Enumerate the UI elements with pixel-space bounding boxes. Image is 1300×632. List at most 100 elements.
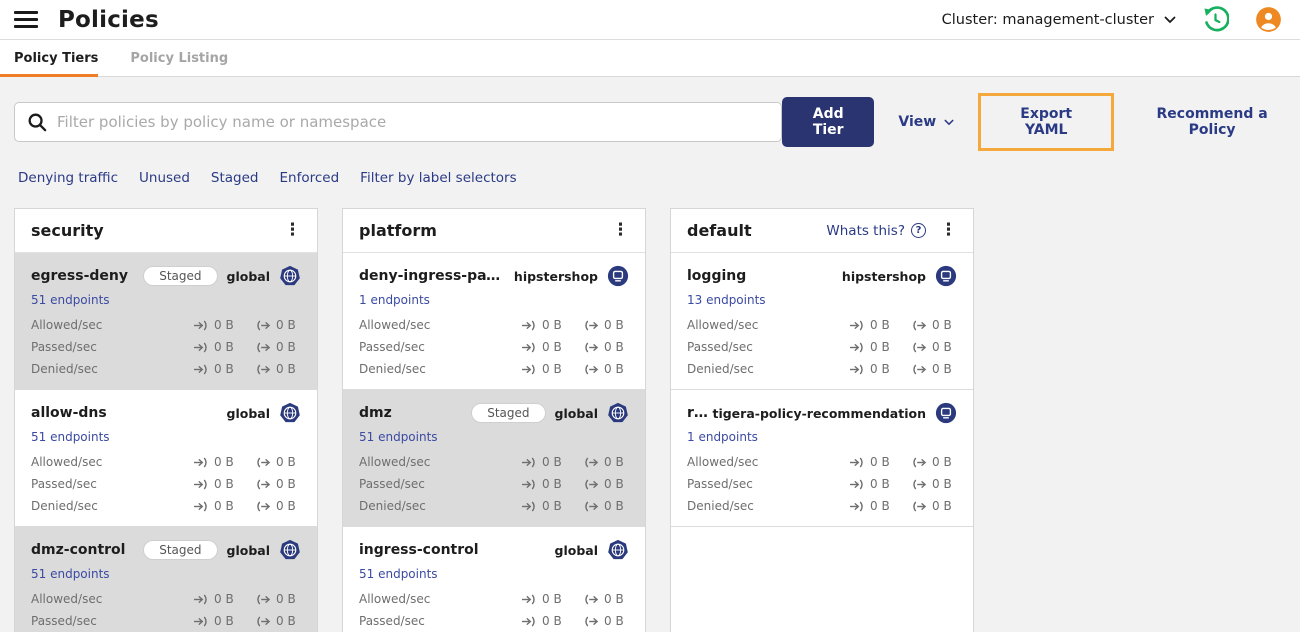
add-tier-button[interactable]: Add Tier bbox=[782, 97, 875, 147]
view-dropdown[interactable]: View bbox=[898, 114, 954, 130]
egress-value: 0 B bbox=[604, 477, 624, 491]
global-scope-icon bbox=[607, 539, 629, 561]
filter-denying-traffic[interactable]: Denying traffic bbox=[18, 170, 118, 186]
stat-label: Denied/sec bbox=[31, 362, 98, 376]
policy-name[interactable]: restricted bbox=[687, 405, 712, 421]
policy-name[interactable]: egress-deny bbox=[31, 268, 143, 284]
policy-name[interactable]: deny-ingress-paymentservi... bbox=[359, 268, 514, 284]
search-input[interactable] bbox=[57, 113, 770, 131]
filter-by-label-selectors[interactable]: Filter by label selectors bbox=[360, 170, 516, 186]
egress-value: 0 B bbox=[276, 477, 296, 491]
ingress-traffic-icon bbox=[194, 500, 207, 512]
ingress-value: 0 B bbox=[214, 318, 234, 332]
ingress-value: 0 B bbox=[214, 362, 234, 376]
stat-label: Denied/sec bbox=[31, 499, 98, 513]
export-yaml-highlight-box: Export YAML bbox=[978, 93, 1115, 151]
egress-value: 0 B bbox=[276, 592, 296, 606]
ingress-traffic-icon bbox=[850, 363, 863, 375]
tab-policy-listing[interactable]: Policy Listing bbox=[130, 51, 228, 66]
staged-badge: Staged bbox=[143, 540, 218, 560]
egress-value: 0 B bbox=[276, 614, 296, 628]
policy-scope-label: global bbox=[226, 405, 271, 421]
endpoints-link[interactable]: 51 endpoints bbox=[359, 567, 438, 581]
endpoints-link[interactable]: 1 endpoints bbox=[687, 430, 758, 444]
egress-traffic-icon bbox=[585, 319, 599, 331]
user-avatar[interactable] bbox=[1255, 6, 1282, 33]
policy-card[interactable]: ingress-control global 51 endpoints Allo… bbox=[343, 527, 645, 632]
egress-value: 0 B bbox=[604, 455, 624, 469]
ingress-traffic-icon bbox=[522, 363, 535, 375]
page-title: Policies bbox=[58, 6, 159, 33]
ingress-traffic-icon bbox=[522, 593, 535, 605]
filter-staged[interactable]: Staged bbox=[211, 170, 259, 186]
tier-menu-icon[interactable]: ⋮ bbox=[280, 220, 305, 241]
tab-policy-tiers[interactable]: Policy Tiers bbox=[14, 51, 98, 66]
ingress-traffic-icon bbox=[522, 341, 535, 353]
export-yaml-button[interactable]: Export YAML bbox=[1001, 106, 1091, 138]
stat-label: Denied/sec bbox=[687, 499, 754, 513]
stat-row: Allowed/sec 0 B 0 B bbox=[687, 314, 957, 336]
ingress-traffic-icon bbox=[522, 478, 535, 490]
policy-name[interactable]: logging bbox=[687, 268, 842, 284]
recommend-policy-button[interactable]: Recommend a Policy bbox=[1138, 106, 1286, 138]
ingress-traffic-icon bbox=[522, 500, 535, 512]
ingress-traffic-icon bbox=[850, 456, 863, 468]
endpoints-link[interactable]: 13 endpoints bbox=[687, 293, 766, 307]
egress-traffic-icon bbox=[257, 500, 271, 512]
policy-name[interactable]: allow-dns bbox=[31, 405, 227, 421]
history-restore-icon[interactable] bbox=[1202, 6, 1229, 33]
search-icon bbox=[28, 113, 47, 131]
stat-row: Passed/sec 0 B 0 B bbox=[359, 473, 629, 495]
egress-traffic-icon bbox=[913, 341, 927, 353]
policy-card[interactable]: logging hipstershop 13 endpoints Allowed… bbox=[671, 253, 973, 390]
filter-unused[interactable]: Unused bbox=[139, 170, 190, 186]
endpoints-link[interactable]: 1 endpoints bbox=[359, 293, 430, 307]
stat-label: Passed/sec bbox=[31, 614, 97, 628]
stat-row: Passed/sec 0 B 0 B bbox=[359, 336, 629, 358]
tier-menu-icon[interactable]: ⋮ bbox=[608, 220, 633, 241]
policy-card[interactable]: dmz Staged global 51 endpoints Allowed/s… bbox=[343, 390, 645, 527]
filter-enforced[interactable]: Enforced bbox=[280, 170, 340, 186]
policy-name[interactable]: ingress-control bbox=[359, 542, 555, 558]
ingress-value: 0 B bbox=[870, 477, 890, 491]
endpoints-link[interactable]: 51 endpoints bbox=[31, 293, 110, 307]
egress-value: 0 B bbox=[604, 592, 624, 606]
stat-row: Passed/sec 0 B 0 B bbox=[31, 473, 301, 495]
ingress-value: 0 B bbox=[542, 477, 562, 491]
policy-card[interactable]: dmz-control Staged global 51 endpoints A… bbox=[15, 527, 317, 632]
egress-value: 0 B bbox=[276, 318, 296, 332]
egress-value: 0 B bbox=[604, 318, 624, 332]
whats-this-link[interactable]: Whats this? ? bbox=[826, 223, 926, 239]
hamburger-menu-icon[interactable] bbox=[14, 11, 38, 28]
stat-label: Passed/sec bbox=[359, 340, 425, 354]
endpoints-link[interactable]: 51 endpoints bbox=[31, 430, 110, 444]
policy-stats: Allowed/sec 0 B 0 B Passed/sec bbox=[359, 451, 629, 517]
cluster-selector[interactable]: Cluster: management-cluster bbox=[942, 12, 1176, 28]
endpoints-link[interactable]: 51 endpoints bbox=[359, 430, 438, 444]
egress-value: 0 B bbox=[932, 318, 952, 332]
policy-scope-label: hipstershop bbox=[841, 268, 926, 284]
policy-card[interactable]: restricted tigera-policy-recommendation bbox=[671, 390, 973, 527]
search-box bbox=[14, 102, 783, 142]
tier-menu-icon[interactable]: ⋮ bbox=[936, 220, 961, 241]
policy-card[interactable]: allow-dns global 51 endpoints Allowed/se… bbox=[15, 390, 317, 527]
global-scope-icon bbox=[279, 265, 301, 287]
stat-label: Allowed/sec bbox=[31, 592, 103, 606]
ingress-traffic-icon bbox=[194, 363, 207, 375]
policy-card[interactable]: egress-deny Staged global 51 endpoints A… bbox=[15, 253, 317, 390]
tier-title: default bbox=[687, 221, 752, 240]
egress-value: 0 B bbox=[604, 362, 624, 376]
policy-card[interactable]: deny-ingress-paymentservi... hipstershop bbox=[343, 253, 645, 390]
stat-label: Passed/sec bbox=[31, 477, 97, 491]
stat-row: Denied/sec 0 B 0 B bbox=[359, 495, 629, 517]
tab-bar: Policy Tiers Policy Listing bbox=[0, 40, 1300, 77]
ingress-value: 0 B bbox=[870, 499, 890, 513]
policy-name[interactable]: dmz-control bbox=[31, 542, 143, 558]
ingress-value: 0 B bbox=[542, 362, 562, 376]
policy-stats: Allowed/sec 0 B 0 B Passed/sec bbox=[687, 314, 957, 380]
policy-name[interactable]: dmz bbox=[359, 405, 471, 421]
tier-header: platform ? ⋮ bbox=[343, 209, 645, 253]
endpoints-link[interactable]: 51 endpoints bbox=[31, 567, 110, 581]
ingress-value: 0 B bbox=[214, 614, 234, 628]
ingress-value: 0 B bbox=[870, 318, 890, 332]
